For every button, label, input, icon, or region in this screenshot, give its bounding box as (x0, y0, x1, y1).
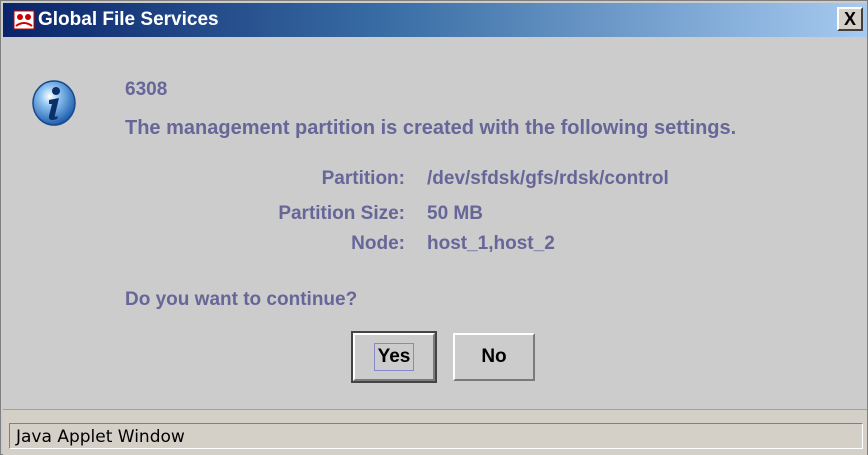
close-icon: X (843, 9, 856, 29)
yes-button[interactable]: Yes (351, 331, 437, 383)
partition-label: Partition: (321, 168, 405, 189)
no-button-label: No (481, 346, 507, 367)
partition-size-value: 50 MB (427, 203, 483, 224)
node-label: Node: (351, 233, 405, 254)
node-value: host_1,host_2 (427, 233, 555, 254)
no-button[interactable]: No (453, 333, 535, 381)
window-title: Global File Services (38, 9, 219, 30)
status-field: Java Applet Window (9, 423, 863, 449)
close-button[interactable]: X (837, 7, 863, 31)
title-bar[interactable]: Global File Services X (3, 3, 867, 37)
message-text: The management partition is created with… (125, 117, 737, 139)
yes-button-label: Yes (373, 343, 415, 371)
status-text: Java Applet Window (16, 427, 185, 447)
partition-size-label: Partition Size: (278, 203, 405, 224)
partition-value: /dev/sfdsk/gfs/rdsk/control (427, 168, 669, 189)
info-icon (31, 79, 77, 127)
dialog-window: Global File Services X 6308 The manageme… (0, 0, 868, 455)
app-icon (13, 10, 35, 30)
confirm-question: Do you want to continue? (125, 289, 358, 310)
dialog-content: 6308 The management partition is created… (3, 37, 867, 407)
status-bar: Java Applet Window (3, 409, 867, 455)
message-code: 6308 (125, 79, 168, 100)
